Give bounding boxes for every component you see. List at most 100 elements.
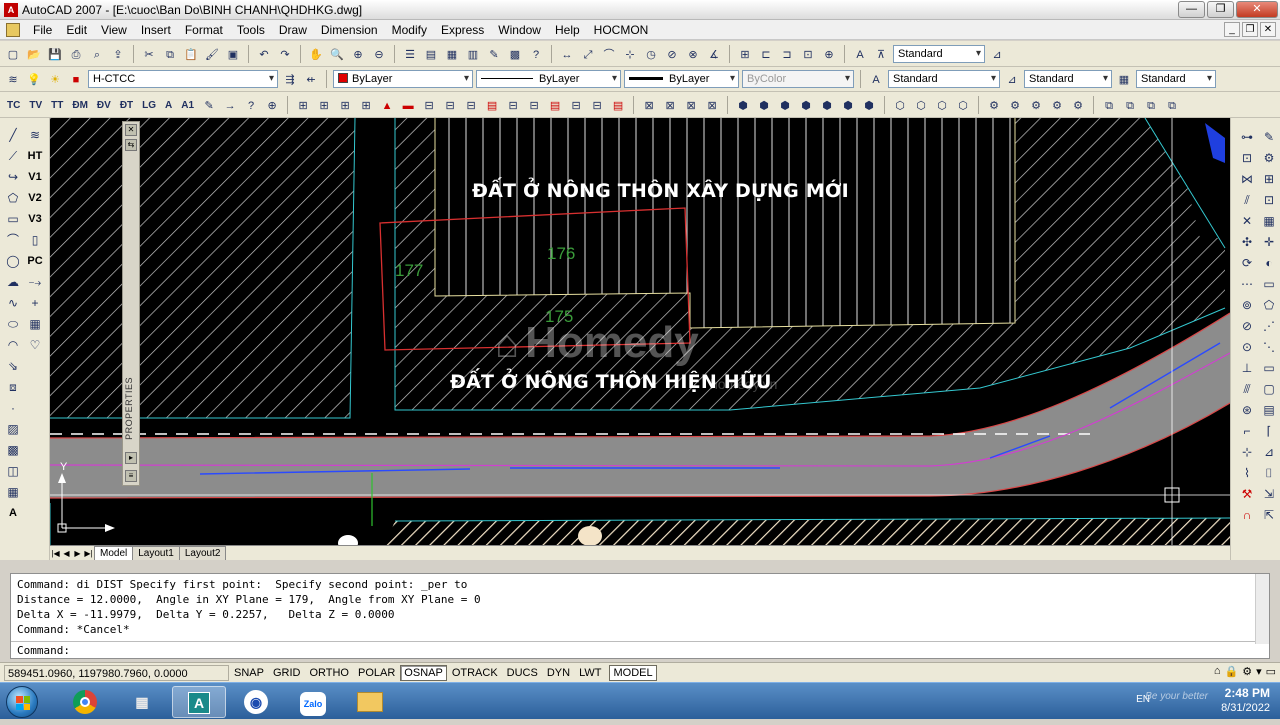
ortho-toggle[interactable]: ORTHO: [305, 664, 353, 681]
print-icon[interactable]: ⎙: [67, 45, 85, 63]
palette-menu-icon[interactable]: ≡: [125, 470, 137, 482]
polyline-icon[interactable]: ↪: [3, 168, 23, 187]
menu-express[interactable]: Express: [434, 20, 491, 40]
design-center-icon[interactable]: ▤: [422, 45, 440, 63]
point-icon[interactable]: ·: [3, 399, 23, 418]
custom-r9-icon[interactable]: ✛: [1259, 233, 1279, 252]
custom-tool-15-icon[interactable]: ⊟: [588, 96, 606, 114]
custom-tool-26-icon[interactable]: ⬢: [839, 96, 857, 114]
custom-tool-18-icon[interactable]: ⊠: [661, 96, 679, 114]
custom-tool-10-icon[interactable]: ▤: [483, 96, 501, 114]
chamfer-icon[interactable]: ⊛: [1237, 401, 1257, 420]
plus-circle-icon[interactable]: ⊕: [263, 96, 281, 114]
dim-baseline-icon[interactable]: ⊏: [757, 45, 775, 63]
array-icon[interactable]: ✕: [1237, 212, 1257, 231]
minimize-button[interactable]: —: [1178, 1, 1205, 18]
make-layer-current-icon[interactable]: ⇶: [281, 70, 299, 88]
center-mark-icon[interactable]: ⊕: [820, 45, 838, 63]
dim-edit-icon[interactable]: A: [851, 45, 869, 63]
table-style-combo[interactable]: Standard: [1024, 70, 1112, 88]
custom-tool-27-icon[interactable]: ⬢: [860, 96, 878, 114]
layer-tool-icon[interactable]: ≋: [25, 126, 45, 145]
dim-style-icon[interactable]: ⊿: [988, 45, 1006, 63]
custom-r1-icon[interactable]: ⌇: [1237, 464, 1257, 483]
multileader-style-combo[interactable]: Standard: [1136, 70, 1216, 88]
table-style-icon[interactable]: ▦: [1115, 70, 1133, 88]
menu-draw[interactable]: Draw: [272, 20, 314, 40]
custom-tool-12-icon[interactable]: ⊟: [525, 96, 543, 114]
scale-icon[interactable]: ⋯: [1237, 275, 1257, 294]
dimstyle-manager-icon[interactable]: ⊿: [1003, 70, 1021, 88]
dim-diameter-icon[interactable]: ⊗: [684, 45, 702, 63]
custom-tool-28-icon[interactable]: ⬡: [891, 96, 909, 114]
document-icon[interactable]: [6, 22, 20, 37]
custom-v1-button[interactable]: V1: [25, 168, 45, 187]
block-editor-icon[interactable]: ▣: [224, 45, 242, 63]
rectangle-icon[interactable]: ▭: [3, 210, 23, 229]
lineweight-combo[interactable]: ByLayer: [624, 70, 739, 88]
menu-window[interactable]: Window: [491, 20, 548, 40]
lock-icon[interactable]: 🔒: [1224, 665, 1238, 678]
custom-tool-14-icon[interactable]: ⊟: [567, 96, 585, 114]
copy-icon[interactable]: ⧉: [161, 45, 179, 63]
explode-icon[interactable]: ⊹: [1237, 443, 1257, 462]
layer-lock-icon[interactable]: ■: [67, 70, 85, 88]
mirror-icon[interactable]: ⋈: [1237, 170, 1257, 189]
last-tab-icon[interactable]: ▶|: [83, 548, 94, 560]
menu-hocmon[interactable]: HOCMON: [587, 20, 656, 40]
menu-dimension[interactable]: Dimension: [314, 20, 385, 40]
custom-r3-icon[interactable]: ∩: [1237, 506, 1257, 525]
offset-icon[interactable]: ⫽: [1237, 191, 1257, 210]
custom-r21-icon[interactable]: ⇲: [1259, 485, 1279, 504]
custom-tool-7-icon[interactable]: ⊟: [420, 96, 438, 114]
menu-view[interactable]: View: [94, 20, 134, 40]
palette-expand-icon[interactable]: ▸: [125, 452, 137, 464]
custom-dash-icon[interactable]: ⤍: [25, 273, 45, 292]
custom-a1-button[interactable]: A1: [178, 96, 197, 114]
plot-preview-icon[interactable]: ⌕: [88, 45, 106, 63]
custom-tool-11-icon[interactable]: ⊟: [504, 96, 522, 114]
custom-tool-5-icon[interactable]: ▲: [378, 96, 396, 114]
rotate-icon[interactable]: ⟳: [1237, 254, 1257, 273]
custom-r20-icon[interactable]: ⌷: [1259, 464, 1279, 483]
custom-tool-33-icon[interactable]: ⚙: [1006, 96, 1024, 114]
status-menu-icon[interactable]: ▾: [1256, 665, 1262, 678]
publish-icon[interactable]: ⇪: [109, 45, 127, 63]
dyn-toggle[interactable]: DYN: [542, 664, 575, 681]
custom-r14-icon[interactable]: ⋱: [1259, 338, 1279, 357]
custom-r10-icon[interactable]: ◐: [1259, 254, 1279, 273]
polar-toggle[interactable]: POLAR: [354, 664, 400, 681]
extend-icon[interactable]: ⊙: [1237, 338, 1257, 357]
custom-r16-icon[interactable]: ▢: [1259, 380, 1279, 399]
dim-aligned-icon[interactable]: ⤢: [579, 45, 597, 63]
color-combo[interactable]: ByLayer: [333, 70, 473, 88]
dim-style-combo[interactable]: Standard: [893, 44, 985, 63]
spline-icon[interactable]: ∿: [3, 294, 23, 313]
doc-restore-button[interactable]: ❐: [1242, 22, 1258, 37]
autocad-app-icon[interactable]: A: [4, 2, 18, 17]
maximize-button[interactable]: ❐: [1207, 1, 1234, 18]
grid-toggle[interactable]: GRID: [268, 664, 305, 681]
move-icon[interactable]: ✣: [1237, 233, 1257, 252]
dim-arc-icon[interactable]: ⌒: [600, 45, 618, 63]
construction-line-icon[interactable]: ⟋: [3, 147, 23, 166]
custom-r12-icon[interactable]: ⬠: [1259, 296, 1279, 315]
custom-dm-button[interactable]: ĐM: [69, 96, 91, 114]
trim-icon[interactable]: ⊘: [1237, 317, 1257, 336]
arrow-right-icon[interactable]: →: [221, 96, 239, 114]
table-icon[interactable]: ▦: [3, 483, 23, 502]
menu-modify[interactable]: Modify: [385, 20, 434, 40]
revision-cloud-icon[interactable]: ☁: [3, 273, 23, 292]
make-block-icon[interactable]: ⧈: [3, 378, 23, 397]
doc-minimize-button[interactable]: _: [1224, 22, 1240, 37]
quick-dim-icon[interactable]: ⊞: [736, 45, 754, 63]
taskbar-calculator-button[interactable]: ▦: [115, 686, 169, 718]
first-tab-icon[interactable]: |◀: [50, 548, 61, 560]
dim-text-edit-icon[interactable]: ⊼: [872, 45, 890, 63]
hatch-icon[interactable]: ▨: [3, 420, 23, 439]
custom-r8-icon[interactable]: ▦: [1259, 212, 1279, 231]
custom-tool-13-icon[interactable]: ▤: [546, 96, 564, 114]
layer-previous-icon[interactable]: ⇷: [302, 70, 320, 88]
custom-lg-button[interactable]: LG: [139, 96, 159, 114]
pan-icon[interactable]: ✋: [307, 45, 325, 63]
